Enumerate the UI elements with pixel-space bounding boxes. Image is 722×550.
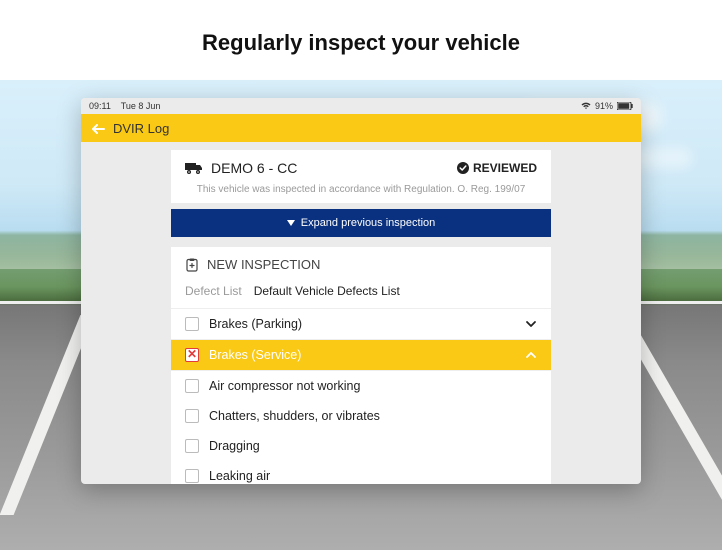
nav-title: DVIR Log [113, 121, 169, 136]
defect-item-label: Chatters, shudders, or vibrates [209, 409, 380, 423]
defect-item-label: Dragging [209, 439, 260, 453]
review-status: REVIEWED [457, 161, 537, 175]
category-brakes-service[interactable]: Brakes (Service) [171, 340, 551, 371]
status-left: 09:11 Tue 8 Jun [89, 101, 160, 111]
tablet-frame: 09:11 Tue 8 Jun 91% DVIR Log [81, 98, 641, 484]
category-label: Brakes (Parking) [209, 317, 302, 331]
check-circle-icon [457, 162, 469, 174]
vehicle-name: DEMO 6 - CC [211, 160, 297, 176]
expand-previous-label: Expand previous inspection [301, 217, 436, 229]
vehicle-left: DEMO 6 - CC [185, 160, 297, 176]
nav-bar: DVIR Log [81, 114, 641, 142]
battery-icon [617, 102, 633, 110]
status-bar: 09:11 Tue 8 Jun 91% [81, 98, 641, 114]
battery-percent: 91% [595, 101, 613, 111]
page-title: Regularly inspect your vehicle [0, 0, 722, 80]
inspection-header-label: NEW INSPECTION [207, 257, 320, 272]
defect-list-row[interactable]: Defect List Default Vehicle Defects List [171, 278, 551, 309]
vehicle-card: DEMO 6 - CC REVIEWED This vehicle was in… [171, 150, 551, 203]
wifi-icon [581, 102, 591, 110]
background-scene: 09:11 Tue 8 Jun 91% DVIR Log [0, 80, 722, 550]
inspection-card: NEW INSPECTION Defect List Default Vehic… [171, 247, 551, 484]
category-label: Brakes (Service) [209, 348, 301, 362]
checkbox[interactable] [185, 348, 199, 362]
status-time: 09:11 [89, 101, 111, 111]
defect-item[interactable]: Air compressor not working [171, 371, 551, 401]
checkbox[interactable] [185, 379, 199, 393]
checkbox[interactable] [185, 469, 199, 483]
clipboard-icon [185, 258, 199, 272]
status-date: Tue 8 Jun [121, 101, 161, 111]
chevron-up-icon [525, 349, 537, 361]
vehicle-row: DEMO 6 - CC REVIEWED [171, 150, 551, 182]
back-arrow-icon[interactable] [91, 122, 103, 134]
defect-item[interactable]: Chatters, shudders, or vibrates [171, 401, 551, 431]
defect-item[interactable]: Dragging [171, 431, 551, 461]
expand-previous-bar[interactable]: Expand previous inspection [171, 209, 551, 237]
inspection-header: NEW INSPECTION [171, 247, 551, 278]
checkbox[interactable] [185, 439, 199, 453]
checkbox[interactable] [185, 409, 199, 423]
defect-list-label: Defect List [185, 284, 242, 298]
defect-item-label: Air compressor not working [209, 379, 360, 393]
compliance-text: This vehicle was inspected in accordance… [171, 182, 551, 203]
chevron-down-icon [525, 318, 537, 330]
triangle-down-icon [287, 220, 295, 226]
review-status-label: REVIEWED [473, 161, 537, 175]
status-right: 91% [581, 101, 633, 111]
defect-item-label: Leaking air [209, 469, 270, 483]
category-brakes-parking[interactable]: Brakes (Parking) [171, 309, 551, 340]
defect-list-name: Default Vehicle Defects List [254, 284, 400, 298]
defect-item[interactable]: Leaking air [171, 461, 551, 484]
checkbox[interactable] [185, 317, 199, 331]
content-area: DEMO 6 - CC REVIEWED This vehicle was in… [81, 150, 641, 484]
truck-icon [185, 161, 203, 175]
